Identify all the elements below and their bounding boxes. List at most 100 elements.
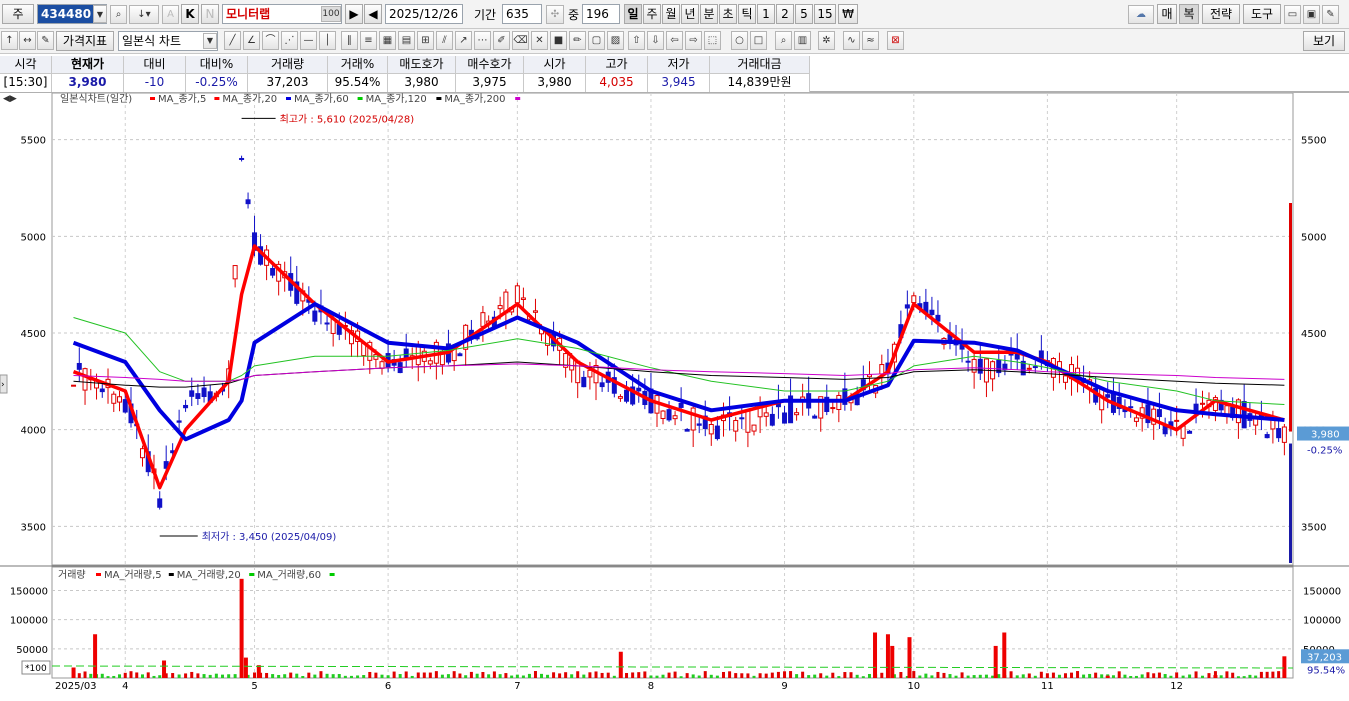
period-tab-2[interactable]: 2 (776, 4, 794, 24)
k-button[interactable]: K (181, 4, 199, 24)
quote-header-change: 대비 (124, 56, 186, 74)
price-tick-right: 4500 (1301, 329, 1326, 340)
tools-button[interactable]: 도구 (1243, 4, 1281, 24)
volume-bar (1105, 675, 1110, 678)
x-axis-label: 10 (907, 681, 920, 692)
wave-icon[interactable]: ∿ (843, 31, 860, 50)
crosshair-icon[interactable]: ✣ (546, 5, 564, 24)
angle-icon[interactable]: ∠ (243, 31, 260, 50)
collapse-handle-icon: › (1, 380, 5, 390)
volume-bar-small (289, 672, 293, 678)
eraser-icon[interactable]: ⌫ (512, 31, 529, 50)
date-field[interactable]: 2025/12/26 (385, 4, 463, 24)
period-input[interactable]: 635 (502, 4, 542, 24)
arrow-down-icon[interactable]: ⇩ (647, 31, 664, 50)
price-indicator-button[interactable]: 가격지표 (56, 31, 114, 51)
prev-arrow-icon[interactable]: ◀ (364, 4, 382, 24)
ma-legend-swatch (150, 97, 155, 100)
market-type-button[interactable]: 주 (2, 4, 34, 24)
period-tab-year[interactable]: 년 (681, 4, 699, 24)
arrow-right-icon[interactable]: ⇨ (685, 31, 702, 50)
code-dropdown-icon[interactable]: ▼ (93, 5, 107, 23)
candle-body (1264, 434, 1270, 439)
wrench-icon[interactable]: ✎ (1322, 5, 1339, 24)
duplicate-button[interactable]: 복 (1179, 4, 1199, 24)
vertical-line-icon[interactable]: │ (319, 31, 336, 50)
count-badge: 100 (321, 6, 341, 22)
callout-icon[interactable]: ⬚ (704, 31, 721, 50)
zoom-icon[interactable]: ⌕ (775, 31, 792, 50)
save-icon[interactable]: ▣ (1303, 5, 1320, 24)
ma-legend-swatch (214, 97, 220, 100)
volume-bar-small (481, 672, 485, 678)
period-tab-1[interactable]: 1 (757, 4, 775, 24)
period-tab-month[interactable]: 월 (662, 4, 680, 24)
settings-icon[interactable]: ✲ (818, 31, 835, 50)
expand-icon[interactable]: ↔ (19, 31, 36, 50)
color-icon[interactable]: ■ (550, 31, 567, 50)
n-button[interactable]: N (201, 4, 219, 24)
fibonacci-icon[interactable]: ≡ (360, 31, 377, 50)
note-icon[interactable]: ▢ (588, 31, 605, 50)
volume-bar-small (637, 672, 641, 678)
volume-bar-small (404, 671, 408, 678)
pen-icon[interactable]: ✐ (493, 31, 510, 50)
trendline-icon[interactable]: ╱ (224, 31, 241, 50)
parallel-lines-icon[interactable]: ∥ (341, 31, 358, 50)
volume-bar-small (679, 676, 683, 678)
cross-icon[interactable]: ✕ (531, 31, 548, 50)
volume-bar-small (1265, 671, 1269, 678)
ray-icon[interactable]: ↗ (455, 31, 472, 50)
volume-bar-small (271, 674, 275, 678)
view-button[interactable]: 보기 (1303, 31, 1345, 51)
up-arrow-icon[interactable]: ↑ (1, 31, 18, 50)
period-tab-5[interactable]: 5 (795, 4, 813, 24)
volume-bar-small (576, 671, 580, 678)
image-icon[interactable]: ▨ (607, 31, 624, 50)
circle-icon[interactable]: ○ (731, 31, 748, 50)
cloud-icon[interactable]: ☁ (1128, 5, 1154, 24)
rectangle-icon[interactable]: □ (750, 31, 767, 50)
arc-icon[interactable]: ⌒ (262, 31, 279, 50)
arrow-left-icon[interactable]: ⇦ (666, 31, 683, 50)
period-tab-won[interactable]: ₩ (838, 4, 858, 24)
sort-icon[interactable]: ↓▾ (129, 5, 159, 24)
volume-bar-small (930, 675, 934, 678)
buy-sell-button[interactable]: 매 (1157, 4, 1177, 24)
current-ratio-tag: 95.54% (1307, 665, 1345, 676)
volume-bar-small (1076, 671, 1080, 678)
volume-bar-small (1123, 674, 1127, 678)
panel-scroll-icon: ◀▶ (3, 94, 17, 104)
oscillator-icon[interactable]: ≈ (862, 31, 879, 50)
close-drawing-icon[interactable]: ⊠ (887, 31, 904, 50)
layout-icon[interactable]: ▥ (794, 31, 811, 50)
period-tab-day[interactable]: 일 (624, 4, 642, 24)
arrow-up-icon[interactable]: ⇧ (628, 31, 645, 50)
volume-bar-small (1194, 671, 1198, 678)
period-tab-minute[interactable]: 분 (700, 4, 718, 24)
horizontal-line-icon[interactable]: — (300, 31, 317, 50)
marker-icon[interactable]: ✏ (569, 31, 586, 50)
table-icon[interactable]: ▤ (398, 31, 415, 50)
chart-type-dropdown-icon[interactable]: ▼ (203, 33, 217, 49)
folder-icon[interactable]: ▭ (1284, 5, 1301, 24)
next-arrow-icon[interactable]: ▶ (345, 4, 363, 24)
edit-icon[interactable]: ✎ (37, 31, 54, 50)
volume-bar-small (331, 674, 335, 678)
cycle-icon[interactable]: ⊞ (417, 31, 434, 50)
search-icon[interactable]: ⌕ (110, 5, 127, 24)
middle-input[interactable]: 196 (582, 4, 620, 24)
volume-bar-small (1134, 675, 1138, 678)
channel-icon[interactable]: ⫽ (436, 31, 453, 50)
period-tab-second[interactable]: 초 (719, 4, 737, 24)
period-tab-tick[interactable]: 틱 (738, 4, 756, 24)
speed-line-icon[interactable]: ⋯ (474, 31, 491, 50)
grid-icon[interactable]: ▦ (379, 31, 396, 50)
period-tab-15[interactable]: 15 (814, 4, 836, 24)
volume-bar-small (1027, 673, 1031, 678)
fan-icon[interactable]: ⋰ (281, 31, 298, 50)
period-tab-week[interactable]: 주 (643, 4, 661, 24)
strategy-button[interactable]: 전략 (1202, 4, 1240, 24)
volume-bar (93, 634, 98, 678)
volume-bar-small (521, 675, 525, 678)
